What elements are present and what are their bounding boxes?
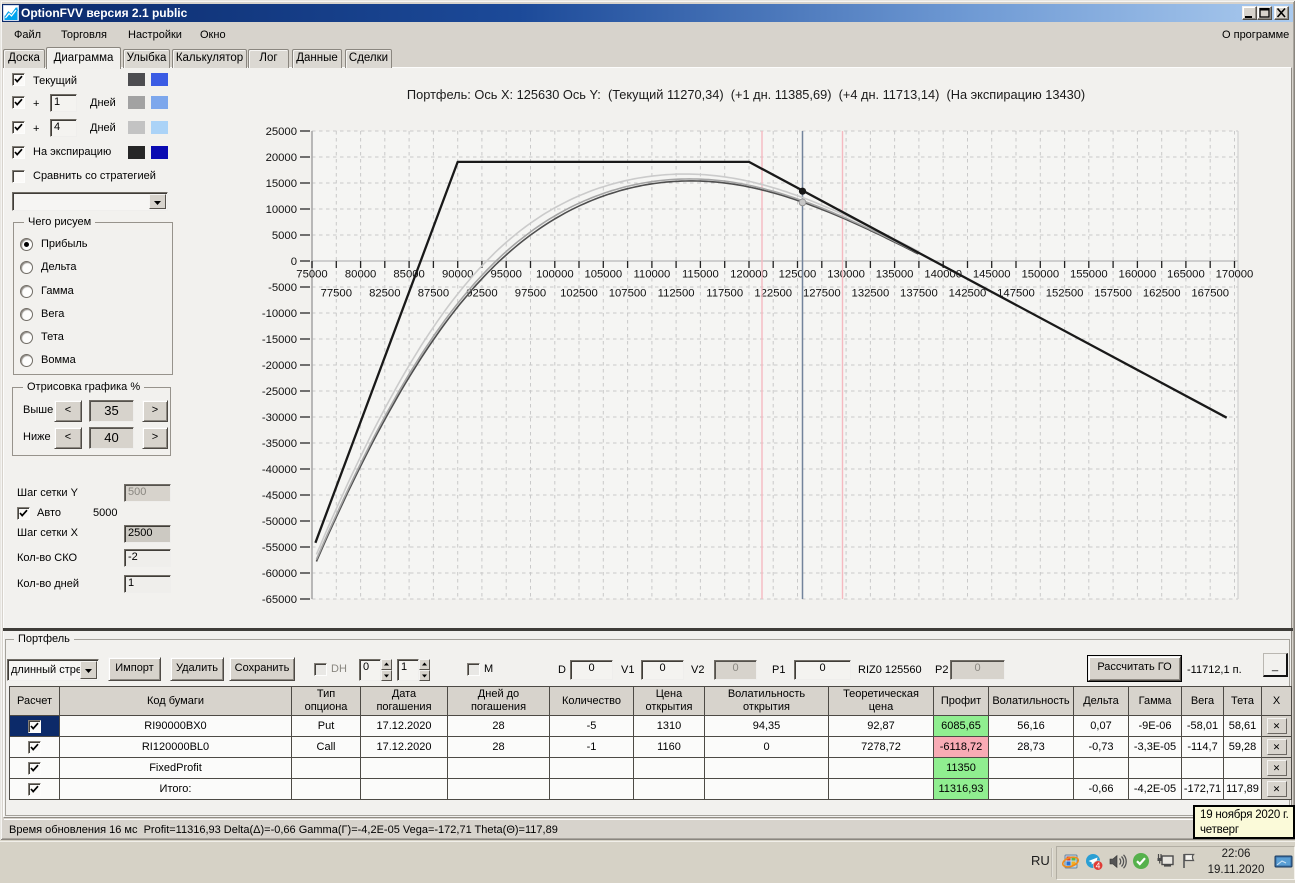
svg-text:25000: 25000 <box>266 126 297 138</box>
svg-text:-30000: -30000 <box>262 412 297 424</box>
svg-text:105000: 105000 <box>584 269 622 281</box>
svg-text:102500: 102500 <box>560 288 598 300</box>
svg-text:170000: 170000 <box>1216 269 1254 281</box>
svg-text:4: 4 <box>1096 860 1101 870</box>
svg-text:130000: 130000 <box>827 269 865 281</box>
svg-text:-65000: -65000 <box>262 594 297 606</box>
svg-text:167500: 167500 <box>1191 288 1229 300</box>
svg-text:15000: 15000 <box>266 178 297 190</box>
svg-text:150000: 150000 <box>1021 269 1059 281</box>
svg-text:85000: 85000 <box>393 269 424 281</box>
svg-text:80000: 80000 <box>345 269 376 281</box>
svg-text:160000: 160000 <box>1119 269 1157 281</box>
svg-text:110000: 110000 <box>633 269 670 281</box>
svg-text:82500: 82500 <box>369 288 400 300</box>
svg-text:162500: 162500 <box>1143 288 1181 300</box>
svg-text:145000: 145000 <box>973 269 1011 281</box>
svg-text:142500: 142500 <box>949 288 987 300</box>
svg-text:-25000: -25000 <box>262 386 297 398</box>
svg-text:132500: 132500 <box>852 288 890 300</box>
svg-text:-15000: -15000 <box>262 334 297 346</box>
svg-text:-50000: -50000 <box>262 516 297 528</box>
svg-text:87500: 87500 <box>418 288 449 300</box>
svg-text:90000: 90000 <box>442 269 473 281</box>
svg-text:122500: 122500 <box>754 288 792 300</box>
svg-text:125000: 125000 <box>779 269 817 281</box>
svg-text:135000: 135000 <box>876 269 914 281</box>
svg-text:-40000: -40000 <box>262 464 297 476</box>
svg-text:Портфель: Ось X: 125630 Ось Y:: Портфель: Ось X: 125630 Ось Y: (Текущий … <box>407 87 1085 102</box>
svg-text:-20000: -20000 <box>262 360 297 372</box>
svg-text:-5000: -5000 <box>268 282 297 294</box>
svg-text:77500: 77500 <box>321 288 352 300</box>
svg-text:0: 0 <box>291 256 297 268</box>
svg-text:165000: 165000 <box>1167 269 1205 281</box>
svg-text:155000: 155000 <box>1070 269 1108 281</box>
svg-text:10000: 10000 <box>266 204 297 216</box>
svg-text:5000: 5000 <box>272 230 297 242</box>
svg-text:127500: 127500 <box>803 288 841 300</box>
svg-text:115000: 115000 <box>682 269 719 281</box>
svg-text:-45000: -45000 <box>262 490 297 502</box>
svg-text:-35000: -35000 <box>262 438 297 450</box>
svg-text:100000: 100000 <box>536 269 574 281</box>
svg-text:75000: 75000 <box>296 269 327 281</box>
svg-text:107500: 107500 <box>609 288 647 300</box>
svg-text:-60000: -60000 <box>262 568 297 580</box>
svg-text:117500: 117500 <box>706 288 743 300</box>
svg-text:112500: 112500 <box>658 288 695 300</box>
svg-text:-55000: -55000 <box>262 542 297 554</box>
svg-text:-10000: -10000 <box>262 308 297 320</box>
svg-text:152500: 152500 <box>1046 288 1084 300</box>
svg-text:157500: 157500 <box>1094 288 1132 300</box>
svg-text:92500: 92500 <box>466 288 497 300</box>
svg-text:140000: 140000 <box>924 269 962 281</box>
svg-text:137500: 137500 <box>900 288 938 300</box>
svg-text:95000: 95000 <box>490 269 521 281</box>
svg-text:20000: 20000 <box>266 152 297 164</box>
svg-text:97500: 97500 <box>515 288 546 300</box>
